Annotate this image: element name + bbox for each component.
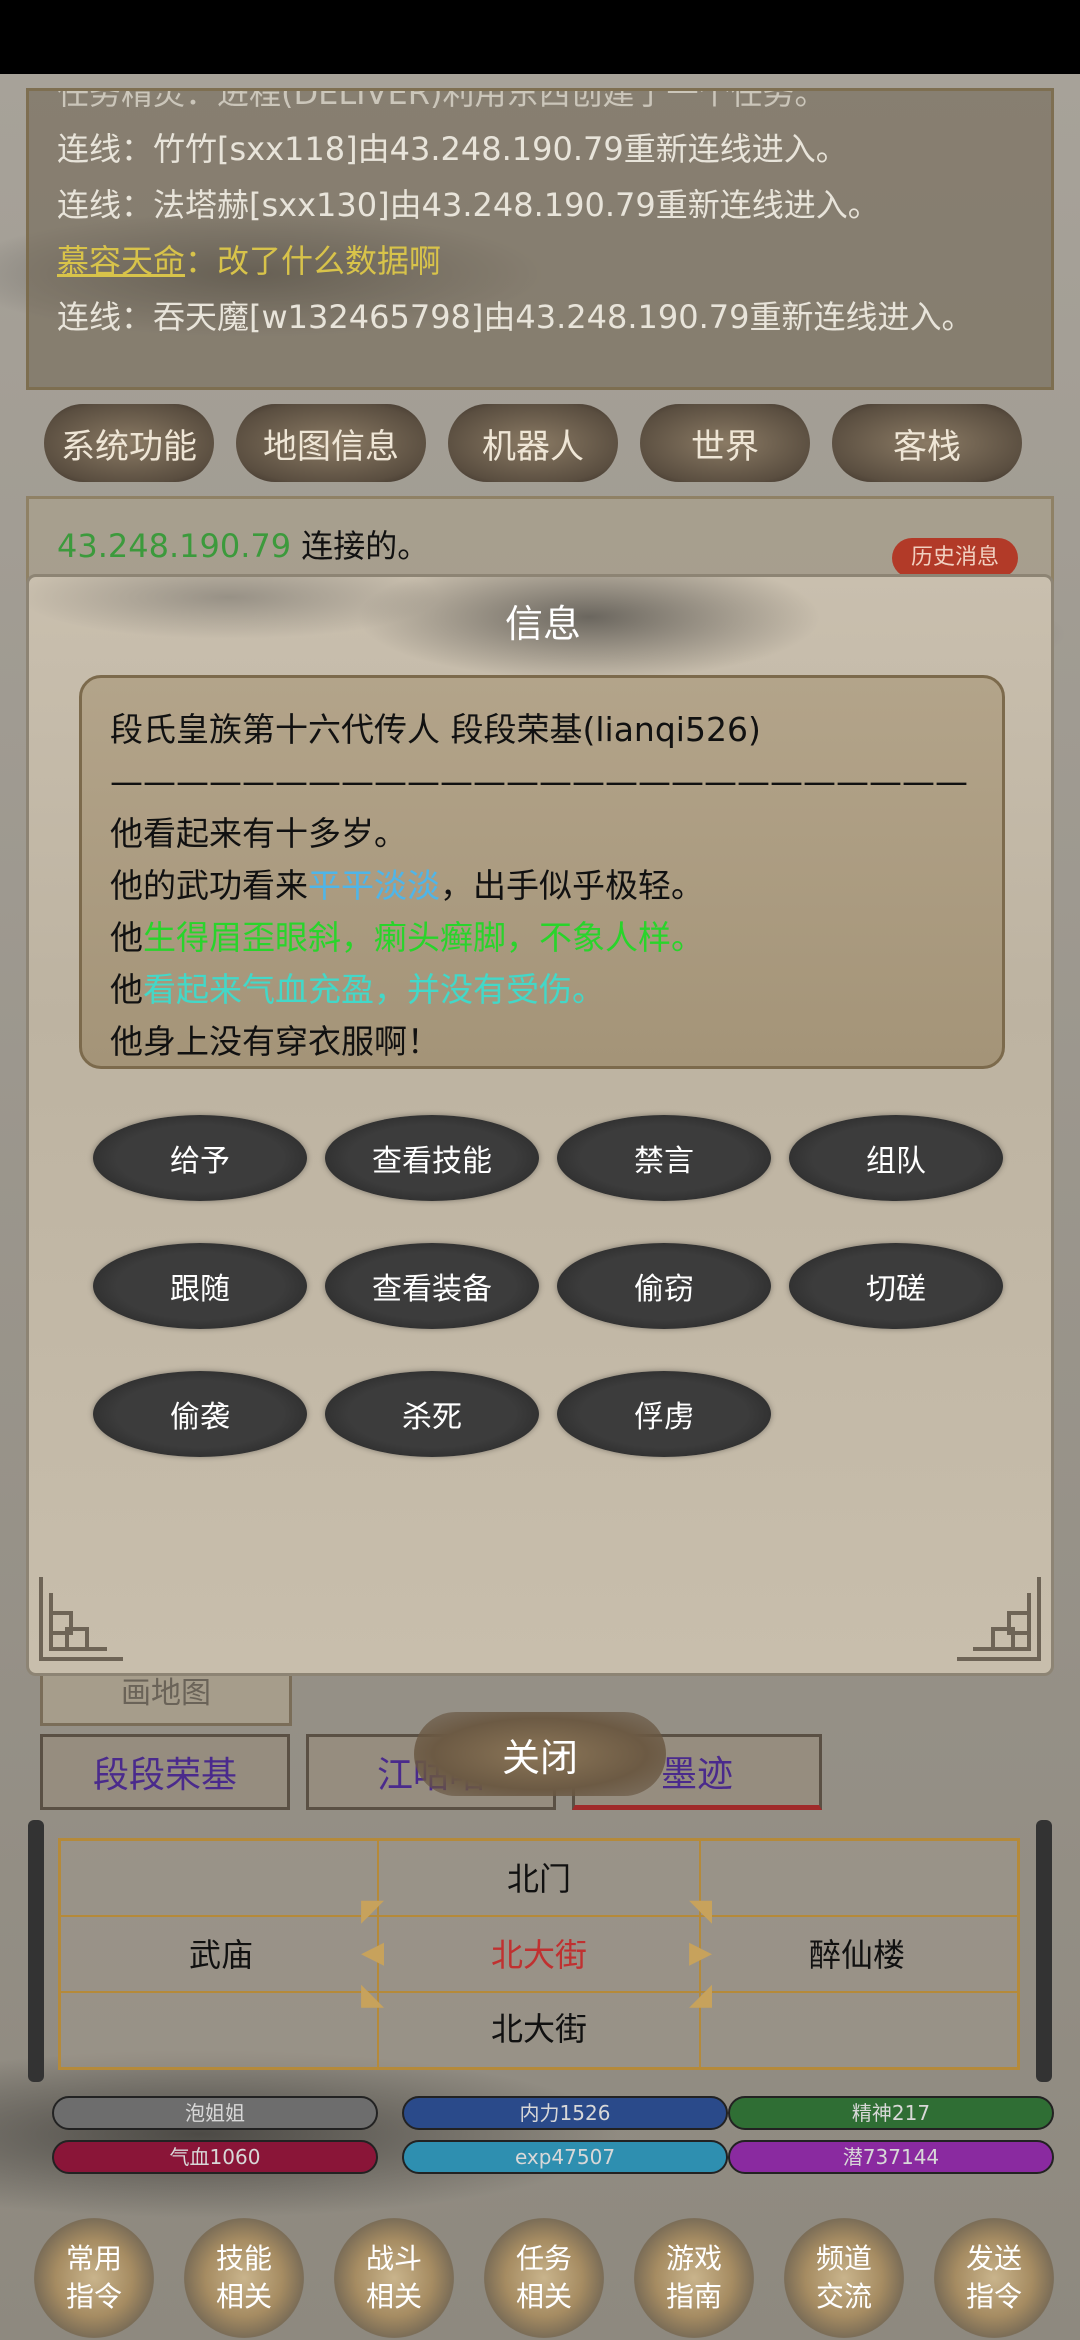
- nav-quests[interactable]: 任务 相关: [484, 2218, 604, 2338]
- chat-line: 连线：法塔赫[sxx130]由43.248.190.79重新连线进入。: [57, 186, 880, 224]
- tab-inn[interactable]: 客栈: [832, 404, 1022, 482]
- nav-combat[interactable]: 战斗 相关: [334, 2218, 454, 2338]
- appearance-line: 他生得眉歪眼斜，瘌头癣脚，不象人样。: [110, 918, 704, 957]
- nav-skills[interactable]: 技能 相关: [184, 2218, 304, 2338]
- character-description[interactable]: 段氏皇族第十六代传人 段段荣基(lianqi526) —————————————…: [79, 675, 1005, 1069]
- status-bar: [0, 0, 1080, 74]
- action-buttons: 给予 查看技能 禁言 组队 跟随 查看装备 偷窃 切磋 偷袭 杀死 俘虏: [93, 1115, 1033, 1457]
- kill-button[interactable]: 杀死: [325, 1371, 539, 1457]
- channel-tabs: 系统功能 地图信息 机器人 世界 客栈: [44, 404, 1044, 484]
- scroll-rod-left: [28, 1820, 44, 2082]
- character-name-bar: 泡姐姐: [52, 2096, 378, 2130]
- map-exit-west[interactable]: 武庙: [61, 1919, 381, 1991]
- skill-line: 他的武功看来平平淡淡，出手似乎极轻。: [110, 866, 704, 905]
- tab-robot[interactable]: 机器人: [448, 404, 618, 482]
- team-button[interactable]: 组队: [789, 1115, 1003, 1201]
- give-button[interactable]: 给予: [93, 1115, 307, 1201]
- chat-line: 任务精灵：进程(DELIVER)利用东西创建了一个任务。: [57, 88, 827, 112]
- history-messages-button[interactable]: 历史消息: [892, 538, 1018, 578]
- bottom-navigation: 常用 指令 技能 相关 战斗 相关 任务 相关 游戏 指南 频道 交流 发送 指令: [34, 2218, 1054, 2338]
- health-bar: 气血1060: [52, 2140, 378, 2174]
- chat-line: 连线：吞天魔[w132465798]由43.248.190.79重新连线进入。: [57, 298, 974, 336]
- nav-channels[interactable]: 频道 交流: [784, 2218, 904, 2338]
- arrow-northwest-icon: ◤: [361, 1893, 385, 1928]
- map-exit-north[interactable]: 北门: [379, 1843, 699, 1915]
- chat-line: 慕容天命：改了什么数据啊: [57, 242, 442, 280]
- nav-game-guide[interactable]: 游戏 指南: [634, 2218, 754, 2338]
- dialog-title: 信息: [504, 602, 581, 646]
- tab-world[interactable]: 世界: [640, 404, 810, 482]
- mute-button[interactable]: 禁言: [557, 1115, 771, 1201]
- corner-ornament-icon: [957, 1577, 1041, 1661]
- capture-button[interactable]: 俘虏: [557, 1371, 771, 1457]
- map-exit-south[interactable]: 北大街: [379, 1993, 699, 2065]
- inner-power-bar: 内力1526: [402, 2096, 728, 2130]
- map-current-location: 北大街: [490, 1936, 587, 1974]
- nav-send-command[interactable]: 发送 指令: [934, 2218, 1054, 2338]
- info-dialog: 信息 段氏皇族第十六代传人 段段荣基(lianqi526) ——————————…: [26, 574, 1054, 1676]
- experience-bar: exp47507: [402, 2140, 728, 2174]
- health-line: 他看起来气血充盈，并没有受伤。: [110, 970, 605, 1009]
- age-line: 他看起来有十多岁。: [110, 814, 407, 853]
- arrow-west-icon: ◀: [361, 1935, 385, 1970]
- draw-map-button[interactable]: 画地图: [40, 1670, 292, 1726]
- spar-button[interactable]: 切磋: [789, 1243, 1003, 1329]
- arrow-southeast-icon: ◢: [689, 1977, 713, 2012]
- map-exit-east[interactable]: 醉仙楼: [697, 1919, 1017, 1991]
- view-equipment-button[interactable]: 查看装备: [325, 1243, 539, 1329]
- close-button[interactable]: 关闭: [414, 1712, 666, 1796]
- potential-bar: 潜737144: [728, 2140, 1054, 2174]
- corner-ornament-icon: [39, 1577, 123, 1661]
- steal-button[interactable]: 偷窃: [557, 1243, 771, 1329]
- follow-button[interactable]: 跟随: [93, 1243, 307, 1329]
- divider: ——————————————————————————: [110, 762, 968, 801]
- spirit-bar: 精神217: [728, 2096, 1054, 2130]
- chat-player-link[interactable]: 慕容天命: [57, 242, 185, 280]
- chat-log[interactable]: 任务精灵：进程(DELIVER)利用东西创建了一个任务。 连线：竹竹[sxx11…: [26, 88, 1054, 390]
- arrow-east-icon: ▶: [689, 1935, 713, 1970]
- mini-map: 北门 武庙 北大街 醉仙楼 北大街 ◤ ◥ ◀ ▶ ◣ ◢: [58, 1838, 1020, 2070]
- tab-map-info[interactable]: 地图信息: [236, 404, 426, 482]
- view-skills-button[interactable]: 查看技能: [325, 1115, 539, 1201]
- nav-common-commands[interactable]: 常用 指令: [34, 2218, 154, 2338]
- sneak-attack-button[interactable]: 偷袭: [93, 1371, 307, 1457]
- scroll-rod-right: [1036, 1820, 1052, 2082]
- character-title: 段氏皇族第十六代传人 段段荣基(lianqi526): [110, 710, 761, 749]
- player-button[interactable]: 段段荣基: [40, 1734, 290, 1810]
- clothing-line: 他身上没有穿衣服啊！: [110, 1022, 440, 1061]
- arrow-southwest-icon: ◣: [361, 1977, 385, 2012]
- arrow-northeast-icon: ◥: [689, 1893, 713, 1928]
- tab-system[interactable]: 系统功能: [44, 404, 214, 482]
- chat-line: 连线：竹竹[sxx118]由43.248.190.79重新连线进入。: [57, 130, 848, 168]
